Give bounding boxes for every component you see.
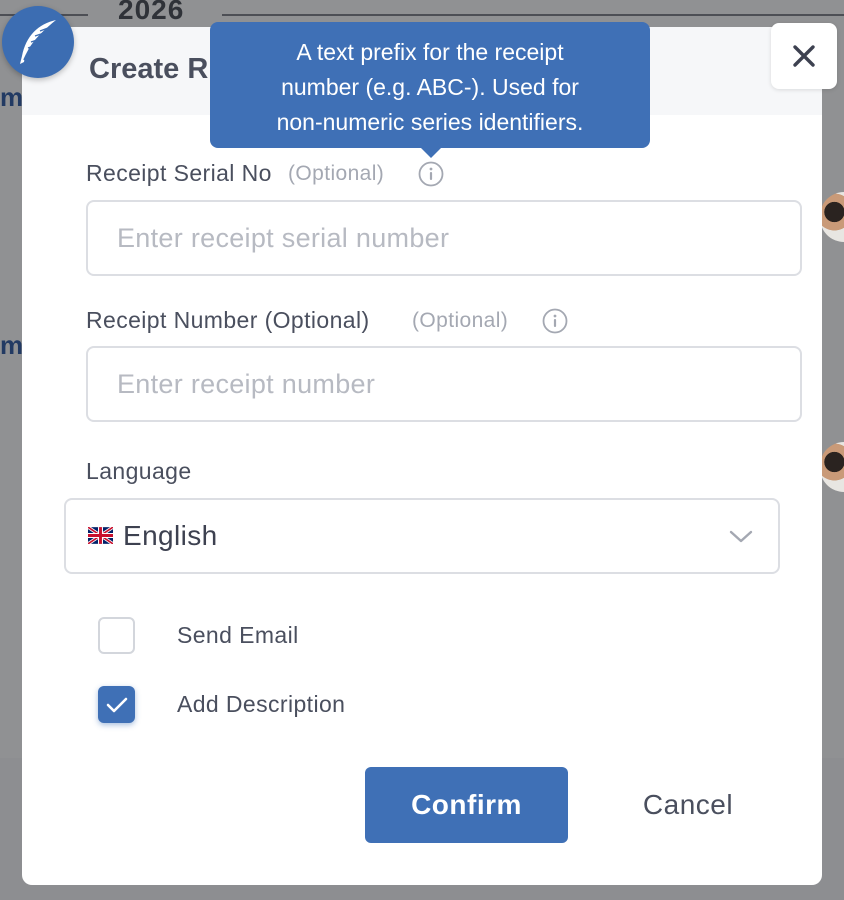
feather-icon xyxy=(20,20,56,64)
language-label: Language xyxy=(86,458,192,484)
send-email-checkbox[interactable] xyxy=(98,617,135,654)
info-icon[interactable] xyxy=(418,161,444,187)
tooltip-line: non-numeric series identifiers. xyxy=(276,109,584,135)
background-clipped-text: m xyxy=(0,330,24,360)
modal-title: Create R xyxy=(89,53,209,85)
info-tooltip: A text prefix for the receipt number (e.… xyxy=(210,22,650,158)
background-year: 2026 xyxy=(118,0,185,25)
add-description-checkbox[interactable] xyxy=(98,686,135,723)
confirm-button[interactable]: Confirm xyxy=(365,767,568,843)
feather-logo xyxy=(2,6,74,78)
background-divider xyxy=(222,14,844,16)
close-button[interactable] xyxy=(771,23,837,89)
serial-optional-tag: (Optional) xyxy=(288,162,385,185)
close-icon xyxy=(793,45,815,67)
check-icon xyxy=(106,697,127,712)
add-description-label: Add Description xyxy=(177,691,346,717)
tooltip-line: number (e.g. ABC-). Used for xyxy=(281,74,579,100)
receipt-number-optional-tag: (Optional) xyxy=(412,309,509,332)
serial-number-label: Receipt Serial No xyxy=(86,160,272,186)
background-clipped-text: m xyxy=(0,82,24,112)
tooltip-line: A text prefix for the receipt xyxy=(296,39,564,65)
receipt-number-input[interactable] xyxy=(86,346,802,422)
uk-flag-icon xyxy=(87,525,114,549)
chevron-down-icon xyxy=(728,527,754,550)
language-select[interactable]: English xyxy=(64,498,780,574)
language-selected-value: English xyxy=(123,520,218,551)
serial-number-input[interactable] xyxy=(86,200,802,276)
receipt-number-label: Receipt Number (Optional) xyxy=(86,307,370,333)
send-email-label: Send Email xyxy=(177,622,299,648)
cancel-button[interactable]: Cancel xyxy=(603,767,773,843)
info-icon[interactable] xyxy=(542,308,568,334)
